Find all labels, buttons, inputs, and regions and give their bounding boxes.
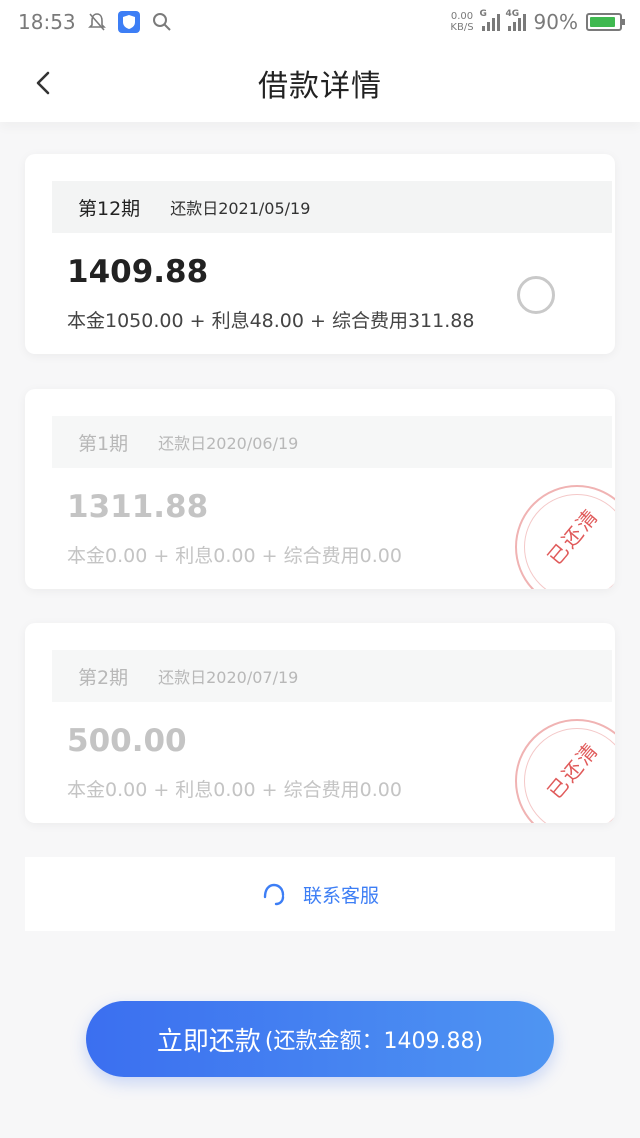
status-bar: 18:53 0.00 KB/S G 4G 90% — [0, 0, 640, 44]
nav-bar: 借款详情 — [0, 44, 640, 122]
signal-2-tag: 4G — [505, 9, 520, 19]
battery-icon — [586, 13, 625, 31]
installment-breakdown: 本金1050.00 + 利息48.00 + 综合费用311.88 — [67, 310, 475, 332]
signal-icon: 4G — [506, 9, 526, 31]
installment-header: 第2期 还款日2020/07/19 — [52, 650, 612, 702]
pay-now-label: 立即还款 — [156, 1026, 261, 1057]
net-speed-value: 0.00 — [450, 11, 474, 22]
signal-1-tag: G — [479, 9, 487, 19]
installment-amount: 1311.88 — [67, 489, 209, 525]
paid-stamp-text: 已还清 — [542, 737, 604, 804]
net-speed: 0.00 KB/S — [450, 11, 473, 33]
installment-period: 第2期 — [78, 666, 129, 689]
headset-icon — [263, 883, 285, 906]
status-time: 18:53 — [18, 10, 76, 34]
paid-stamp: 已还清 — [515, 485, 615, 589]
pay-now-button[interactable]: 立即还款 (还款金额：1409.88) — [86, 1001, 554, 1077]
chevron-left-icon — [36, 71, 50, 95]
installment-due-date: 还款日2021/05/19 — [170, 199, 311, 218]
battery-fill — [590, 17, 616, 27]
paid-stamp-text: 已还清 — [542, 503, 604, 570]
installment-amount: 500.00 — [67, 723, 187, 759]
back-button[interactable] — [26, 66, 60, 100]
installment-period: 第1期 — [78, 432, 129, 455]
paid-stamp: 已还清 — [515, 719, 615, 823]
page-title: 借款详情 — [258, 69, 382, 104]
search-icon — [152, 12, 172, 32]
battery-text: 90% — [533, 10, 578, 34]
installment-period: 第12期 — [78, 197, 141, 220]
installment-card: 第2期 还款日2020/07/19 500.00 本金0.00 + 利息0.00… — [25, 623, 615, 823]
pay-amount-detail: (还款金额：1409.88) — [264, 1029, 484, 1054]
installment-breakdown: 本金0.00 + 利息0.00 + 综合费用0.00 — [67, 779, 402, 801]
contact-service-button[interactable]: 联系客服 — [25, 857, 615, 931]
installment-breakdown: 本金0.00 + 利息0.00 + 综合费用0.00 — [67, 545, 402, 567]
net-speed-unit: KB/S — [450, 22, 474, 33]
installment-card: 第1期 还款日2020/06/19 1311.88 本金0.00 + 利息0.0… — [25, 389, 615, 589]
select-radio[interactable] — [517, 276, 555, 314]
signal-icon: G — [480, 9, 500, 31]
contact-service-label: 联系客服 — [302, 884, 379, 907]
bell-off-icon — [87, 12, 106, 32]
shield-icon — [117, 11, 140, 33]
installment-due-date: 还款日2020/06/19 — [158, 434, 299, 453]
installment-due-date: 还款日2020/07/19 — [158, 668, 299, 687]
installment-header: 第1期 还款日2020/06/19 — [52, 416, 612, 468]
installment-amount: 1409.88 — [67, 254, 209, 290]
installment-card[interactable]: 第12期 还款日2021/05/19 1409.88 本金1050.00 + 利… — [25, 154, 615, 354]
installment-header: 第12期 还款日2021/05/19 — [52, 181, 612, 233]
